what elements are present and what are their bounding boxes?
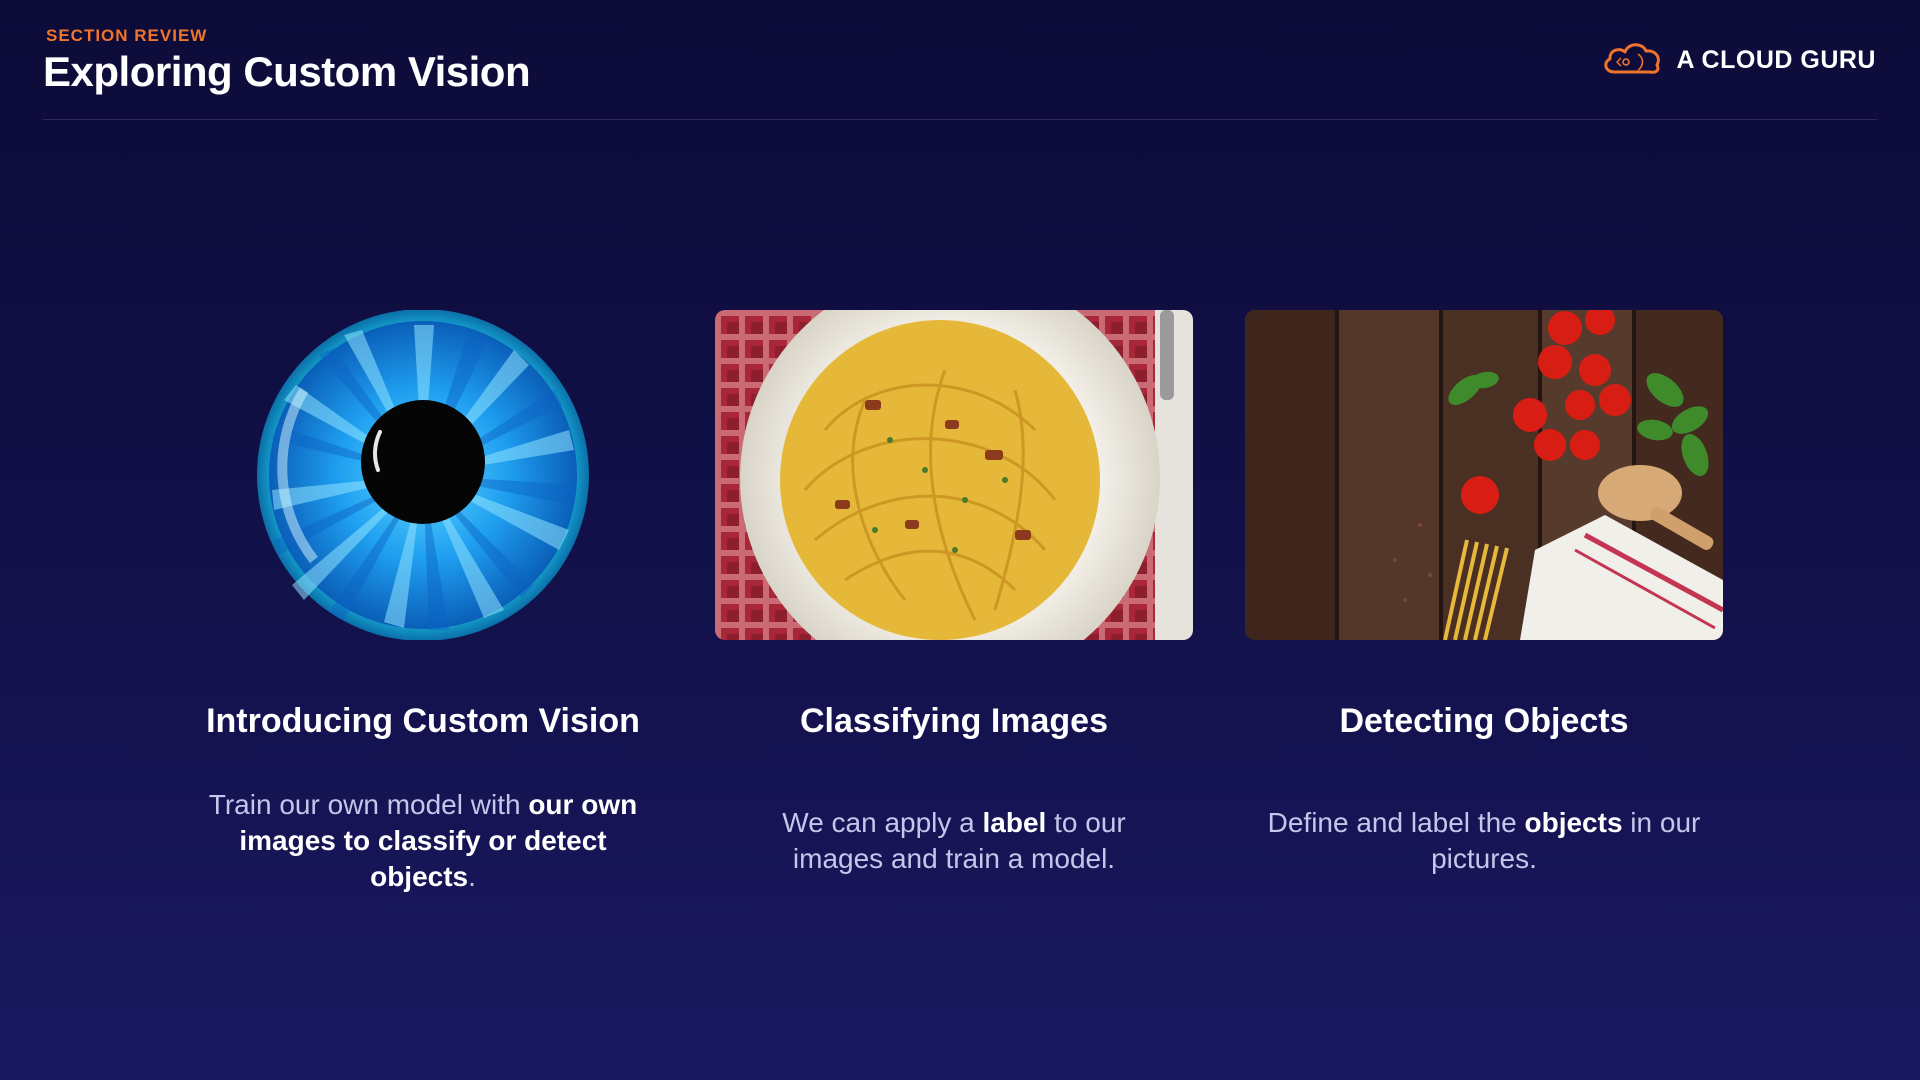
card-title: Detecting Objects — [1339, 702, 1629, 740]
slide: SECTION REVIEW Exploring Custom Vision A… — [0, 0, 1920, 1080]
page-title: Exploring Custom Vision — [43, 48, 531, 95]
card-introducing-custom-vision: Introducing Custom Vision Train our own … — [183, 309, 663, 895]
section-eyebrow: SECTION REVIEW — [46, 26, 208, 45]
card-classifying-images: Classifying Images We can apply a label … — [714, 310, 1194, 877]
brand-name: A CLOUD GURU — [1676, 46, 1876, 74]
card-title: Classifying Images — [799, 702, 1108, 740]
spaghetti-plate-photo — [715, 310, 1193, 640]
card-title: Introducing Custom Vision — [206, 702, 640, 740]
card-description: We can apply a label to our images and t… — [782, 807, 1126, 874]
eye-illustration — [184, 309, 662, 641]
card-detecting-objects: Detecting Objects Define and label the o… — [1244, 310, 1724, 877]
card-description: Define and label the objects in our pict… — [1267, 807, 1701, 874]
brand-logo: A CLOUD GURU — [1600, 38, 1876, 83]
cloud-logo-icon — [1600, 38, 1664, 83]
header-divider — [43, 119, 1877, 120]
card-description: Train our own model with our own images … — [208, 789, 638, 892]
tomatoes-pasta-table-photo — [1245, 310, 1723, 640]
